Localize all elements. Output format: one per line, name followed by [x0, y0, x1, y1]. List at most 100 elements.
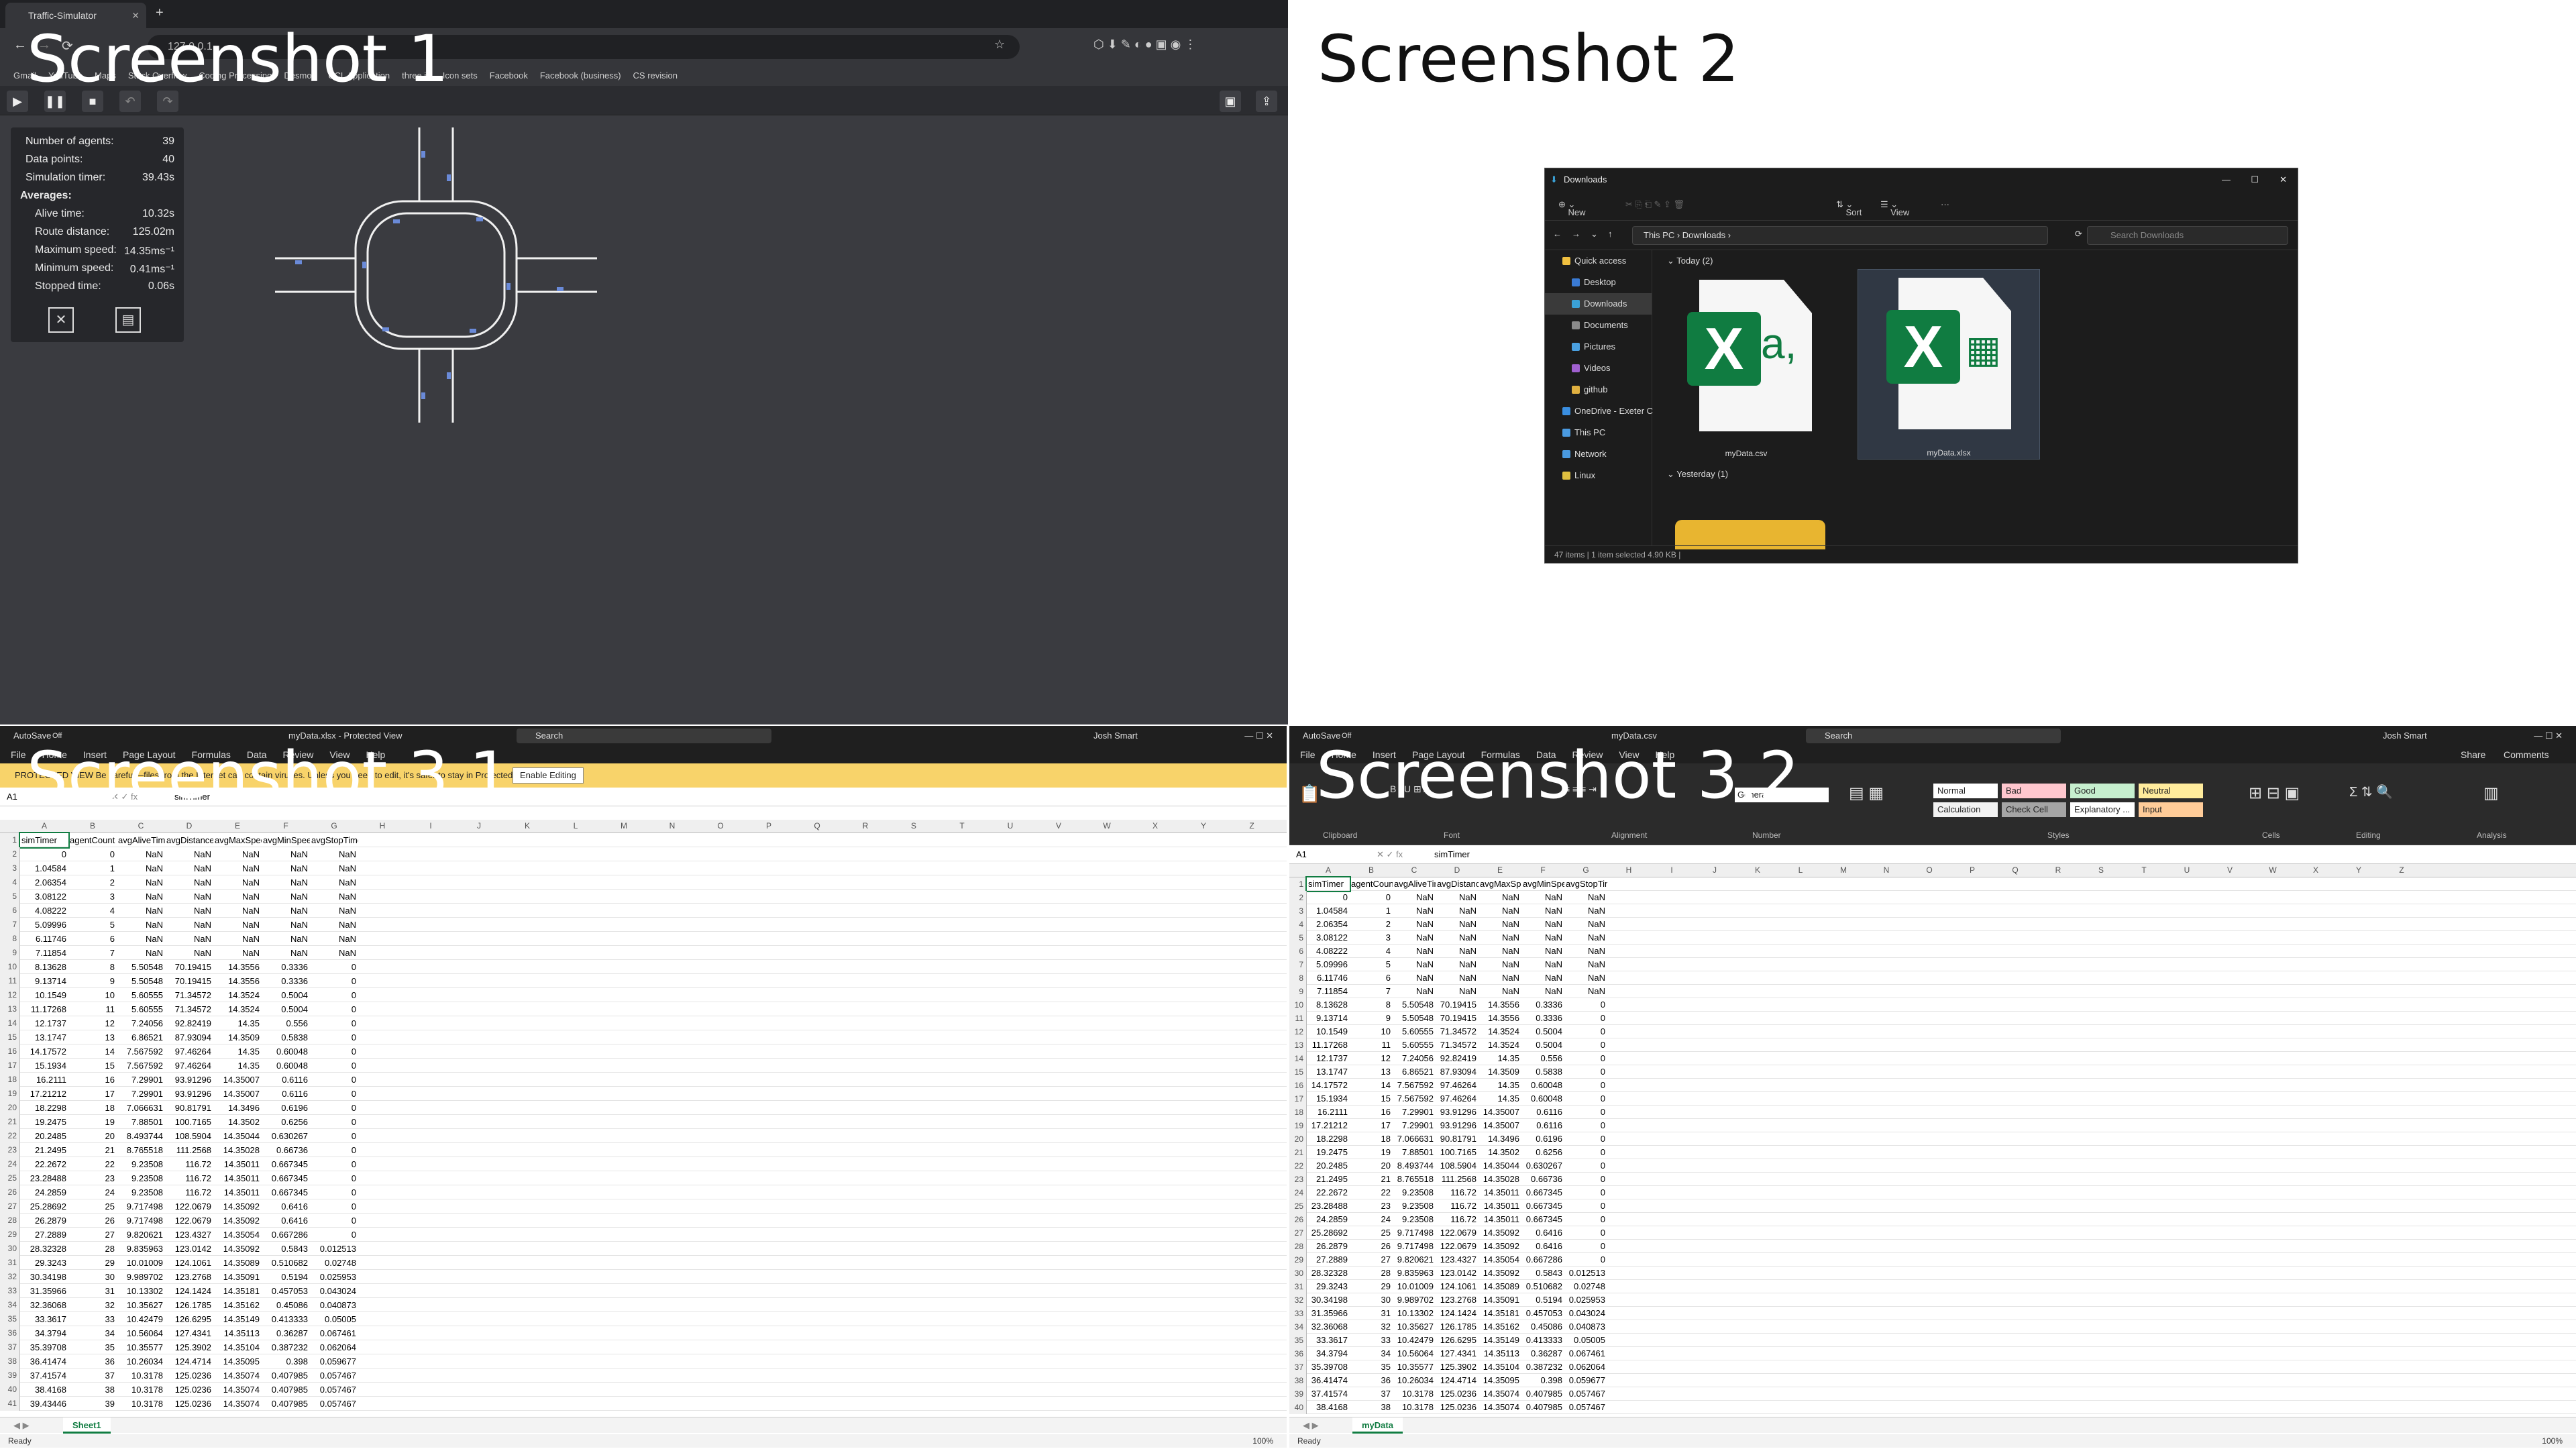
table-cell[interactable]: 13.1747 [20, 1030, 68, 1044]
row-number[interactable]: 24 [0, 1157, 20, 1171]
table-cell[interactable]: 14.35 [213, 1016, 262, 1030]
table-cell[interactable]: 0 [310, 1185, 358, 1199]
column-header[interactable]: H [1607, 865, 1650, 875]
column-header[interactable]: B [1350, 865, 1393, 875]
table-cell[interactable]: 0.5004 [1521, 1038, 1564, 1052]
table-cell[interactable]: 70.19415 [165, 974, 213, 988]
row-number[interactable]: 36 [1289, 1347, 1307, 1360]
table-cell[interactable]: 5 [1350, 958, 1393, 971]
table-cell[interactable]: 116.72 [1436, 1186, 1479, 1199]
table-cell[interactable]: 0 [310, 1157, 358, 1171]
table-cell[interactable]: NaN [1564, 985, 1607, 998]
table-cell[interactable]: NaN [1479, 904, 1521, 918]
table-cell[interactable]: 87.93094 [1436, 1065, 1479, 1079]
table-cell[interactable]: 97.46264 [165, 1044, 213, 1059]
table-cell[interactable]: NaN [213, 904, 262, 918]
table-cell[interactable]: 15.1934 [20, 1059, 68, 1073]
table-cell[interactable]: 9.835963 [117, 1242, 165, 1256]
row-number[interactable]: 4 [0, 875, 20, 890]
table-cell[interactable]: 7 [1350, 985, 1393, 998]
table-cell[interactable]: 26.2879 [1307, 1240, 1350, 1253]
table-cell[interactable]: 14.17572 [20, 1044, 68, 1059]
extensions-icon[interactable]: ⬡ ⬇ ✎ ◐ ● ▣ ◉ ⋮ [1093, 38, 1196, 52]
table-cell[interactable]: 90.81791 [165, 1101, 213, 1115]
nav-item[interactable]: Pictures [1545, 336, 1652, 358]
table-cell[interactable]: 16 [1350, 1106, 1393, 1119]
document-export-icon[interactable]: ▤ [115, 307, 141, 333]
table-cell[interactable]: 24.2859 [20, 1185, 68, 1199]
table-cell[interactable]: 7.29901 [1393, 1106, 1436, 1119]
table-cell[interactable]: 122.0679 [165, 1199, 213, 1214]
table-cell[interactable]: 123.4327 [165, 1228, 213, 1242]
table-cell[interactable]: avgMaxSpeed [1479, 877, 1521, 891]
table-cell[interactable]: 0.05005 [310, 1312, 358, 1326]
row-number[interactable]: 8 [1289, 971, 1307, 985]
table-cell[interactable]: 0 [310, 1101, 358, 1115]
table-cell[interactable]: 32 [68, 1298, 117, 1312]
table-cell[interactable]: NaN [262, 875, 310, 890]
column-header[interactable]: T [2123, 865, 2165, 875]
table-cell[interactable]: 116.72 [165, 1157, 213, 1171]
cell-style-item[interactable]: Explanatory ... [2070, 802, 2135, 817]
table-cell[interactable]: 0 [1564, 1159, 1607, 1173]
table-cell[interactable]: 35.39708 [20, 1340, 68, 1354]
table-cell[interactable]: 12 [1350, 1052, 1393, 1065]
table-cell[interactable]: 24.2859 [1307, 1213, 1350, 1226]
table-cell[interactable]: NaN [213, 918, 262, 932]
table-cell[interactable]: 0.60048 [262, 1059, 310, 1073]
table-cell[interactable]: 33 [1350, 1334, 1393, 1347]
table-cell[interactable]: NaN [213, 946, 262, 960]
table-cell[interactable]: 29 [1350, 1280, 1393, 1293]
table-cell[interactable]: 0.36287 [262, 1326, 310, 1340]
table-cell[interactable]: 14.35007 [1479, 1119, 1521, 1132]
table-cell[interactable]: 14.35091 [1479, 1293, 1521, 1307]
table-cell[interactable]: 13.1747 [1307, 1065, 1350, 1079]
search-box[interactable]: Search Downloads [2087, 226, 2288, 245]
row-number[interactable]: 16 [0, 1044, 20, 1059]
table-cell[interactable]: 10.35627 [1393, 1320, 1436, 1334]
table-cell[interactable]: 9.820621 [117, 1228, 165, 1242]
table-cell[interactable]: 0.6416 [1521, 1226, 1564, 1240]
table-cell[interactable]: NaN [310, 904, 358, 918]
row-number[interactable]: 2 [0, 847, 20, 861]
table-cell[interactable]: 0 [1564, 1079, 1607, 1092]
table-cell[interactable]: 4 [68, 904, 117, 918]
row-number[interactable]: 17 [0, 1059, 20, 1073]
table-cell[interactable]: NaN [262, 946, 310, 960]
table-cell[interactable]: 0.6116 [262, 1073, 310, 1087]
row-number[interactable]: 27 [1289, 1226, 1307, 1240]
table-cell[interactable]: 0 [310, 1115, 358, 1129]
row-number[interactable]: 34 [1289, 1320, 1307, 1334]
table-cell[interactable]: 0 [310, 974, 358, 988]
column-header[interactable]: K [1736, 865, 1779, 875]
table-cell[interactable]: 0 [1564, 1065, 1607, 1079]
table-cell[interactable]: NaN [117, 890, 165, 904]
formula-input[interactable]: simTimer [1434, 845, 1470, 864]
table-cell[interactable]: 10.3178 [117, 1397, 165, 1411]
table-cell[interactable]: avgMinSpeed [262, 833, 310, 847]
table-cell[interactable]: 5.60555 [117, 988, 165, 1002]
table-cell[interactable]: 14.35089 [1479, 1280, 1521, 1293]
table-cell[interactable]: NaN [310, 932, 358, 946]
table-cell[interactable]: 25 [68, 1199, 117, 1214]
table-cell[interactable]: 14.35092 [1479, 1267, 1521, 1280]
table-cell[interactable]: NaN [117, 904, 165, 918]
table-cell[interactable]: NaN [1436, 918, 1479, 931]
table-cell[interactable]: 100.7165 [1436, 1146, 1479, 1159]
table-cell[interactable]: NaN [117, 932, 165, 946]
table-cell[interactable]: 126.1785 [165, 1298, 213, 1312]
bookmark-item[interactable]: Facebook (business) [540, 66, 621, 86]
table-cell[interactable]: 0 [310, 988, 358, 1002]
cell-style-item[interactable]: Calculation [1933, 802, 1998, 817]
row-number[interactable]: 14 [1289, 1052, 1307, 1065]
window-controls-icon[interactable]: — ☐ ✕ [2534, 726, 2563, 746]
table-cell[interactable]: 2.06354 [1307, 918, 1350, 931]
table-cell[interactable]: 14.35 [213, 1044, 262, 1059]
table-cell[interactable]: 125.0236 [165, 1368, 213, 1383]
column-header[interactable]: A [20, 821, 68, 830]
comments-button[interactable]: Comments [2504, 746, 2549, 763]
column-header[interactable]: T [938, 821, 986, 830]
table-cell[interactable]: 111.2568 [1436, 1173, 1479, 1186]
table-cell[interactable]: 0 [1564, 1226, 1607, 1240]
table-cell[interactable]: avgDistance [165, 833, 213, 847]
